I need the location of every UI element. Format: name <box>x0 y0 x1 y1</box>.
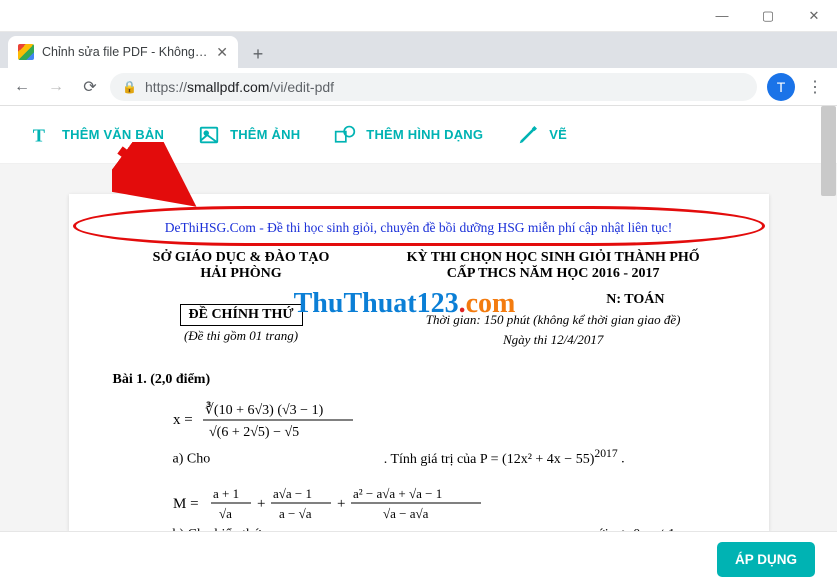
tool-label: VẼ <box>549 127 567 142</box>
issuer-line2: HẢI PHÒNG <box>113 266 370 282</box>
pencil-icon <box>517 124 539 146</box>
svg-text:√a − a√a: √a − a√a <box>383 506 429 521</box>
subject-label: N: TOÁN <box>382 292 725 308</box>
equation-m: M = a + 1 √a + a√a − 1 a − √a + a² − a√a… <box>173 480 725 531</box>
page-count-note: (Đề thi gồm 01 trang) <box>113 328 370 344</box>
svg-text:x =: x = <box>173 412 193 428</box>
document-body: Bài 1. (2,0 điểm) x = ∛(10 + 6√3) (√3 − … <box>113 372 725 531</box>
equation-x: x = ∛(10 + 6√3) (√3 − 1) √(6 + 2√5) − √5 <box>173 394 725 449</box>
official-box: ĐỀ CHÍNH THỨ <box>180 304 303 326</box>
window-titlebar: — ▢ ✕ <box>0 0 837 32</box>
exam-date: Ngày thi 12/4/2017 <box>382 332 725 348</box>
svg-text:a + 1: a + 1 <box>213 486 239 501</box>
svg-text:√a: √a <box>219 506 232 521</box>
duration-text: Thời gian: 150 phút (không kể thời gian … <box>382 312 725 328</box>
bottom-bar: ÁP DỤNG <box>0 531 837 587</box>
text-icon: T <box>30 124 52 146</box>
draw-button[interactable]: VẼ <box>517 124 567 146</box>
exam-title-1: KỲ THI CHỌN HỌC SINH GIỎI THÀNH PHỐ <box>382 250 725 266</box>
maximize-button[interactable]: ▢ <box>745 0 791 32</box>
shape-icon <box>334 124 356 146</box>
close-tab-button[interactable]: ✕ <box>216 44 228 61</box>
svg-text:+: + <box>337 496 345 512</box>
reload-button[interactable]: ⟳ <box>76 73 104 101</box>
minimize-button[interactable]: — <box>699 0 745 32</box>
lock-icon: 🔒 <box>122 80 137 94</box>
add-shape-button[interactable]: THÊM HÌNH DẠNG <box>334 124 483 146</box>
svg-text:+: + <box>257 496 265 512</box>
tool-label: THÊM VĂN BẢN <box>62 127 164 142</box>
svg-text:a − √a: a − √a <box>279 506 312 521</box>
svg-text:a√a − 1: a√a − 1 <box>273 486 312 501</box>
close-window-button[interactable]: ✕ <box>791 0 837 32</box>
svg-text:T: T <box>33 125 45 145</box>
back-button[interactable]: ← <box>8 73 36 101</box>
svg-text:M =: M = <box>173 496 199 512</box>
header-link-text: DeThiHSG.Com - Đề thi học sinh giỏi, chu… <box>113 220 725 236</box>
pdf-page[interactable]: DeThiHSG.Com - Đề thi học sinh giỏi, chu… <box>69 194 769 531</box>
question-1-title: Bài 1. (2,0 điểm) <box>113 372 725 388</box>
omnibox[interactable]: 🔒 https://smallpdf.com/vi/edit-pdf <box>110 73 757 101</box>
apply-button[interactable]: ÁP DỤNG <box>717 542 815 577</box>
profile-avatar[interactable]: T <box>767 73 795 101</box>
add-image-button[interactable]: THÊM ẢNH <box>198 124 300 146</box>
svg-text:∛(10 + 6√3) (√3 − 1): ∛(10 + 6√3) (√3 − 1) <box>205 401 324 418</box>
menu-button[interactable]: ⋮ <box>801 73 829 101</box>
vertical-scrollbar[interactable] <box>821 106 836 196</box>
annotation-arrow <box>112 142 202 212</box>
part-a: a) Cho . Tính giá trị của P = (12x² + 4x… <box>173 447 725 468</box>
forward-button[interactable]: → <box>42 73 70 101</box>
document-canvas: DeThiHSG.Com - Đề thi học sinh giỏi, chu… <box>0 164 837 531</box>
new-tab-button[interactable]: + <box>244 40 272 68</box>
favicon-icon <box>18 44 34 60</box>
svg-text:√(6 + 2√5) − √5: √(6 + 2√5) − √5 <box>209 425 299 440</box>
browser-tab[interactable]: Chỉnh sửa file PDF - Không ảnh h ✕ <box>8 36 238 68</box>
tab-strip: Chỉnh sửa file PDF - Không ảnh h ✕ + <box>0 32 837 68</box>
tool-label: THÊM ẢNH <box>230 127 300 142</box>
issuer-line1: SỞ GIÁO DỤC & ĐÀO TẠO <box>113 250 370 266</box>
header-row: SỞ GIÁO DỤC & ĐÀO TẠO HẢI PHÒNG KỲ THI C… <box>113 250 725 282</box>
url-text: https://smallpdf.com/vi/edit-pdf <box>145 79 334 95</box>
address-bar: ← → ⟳ 🔒 https://smallpdf.com/vi/edit-pdf… <box>0 68 837 106</box>
exam-title-2: CẤP THCS NĂM HỌC 2016 - 2017 <box>382 266 725 282</box>
svg-text:a² − a√a + √a − 1: a² − a√a + √a − 1 <box>353 486 442 501</box>
tab-title: Chỉnh sửa file PDF - Không ảnh h <box>42 45 210 59</box>
tool-label: THÊM HÌNH DẠNG <box>366 127 483 142</box>
